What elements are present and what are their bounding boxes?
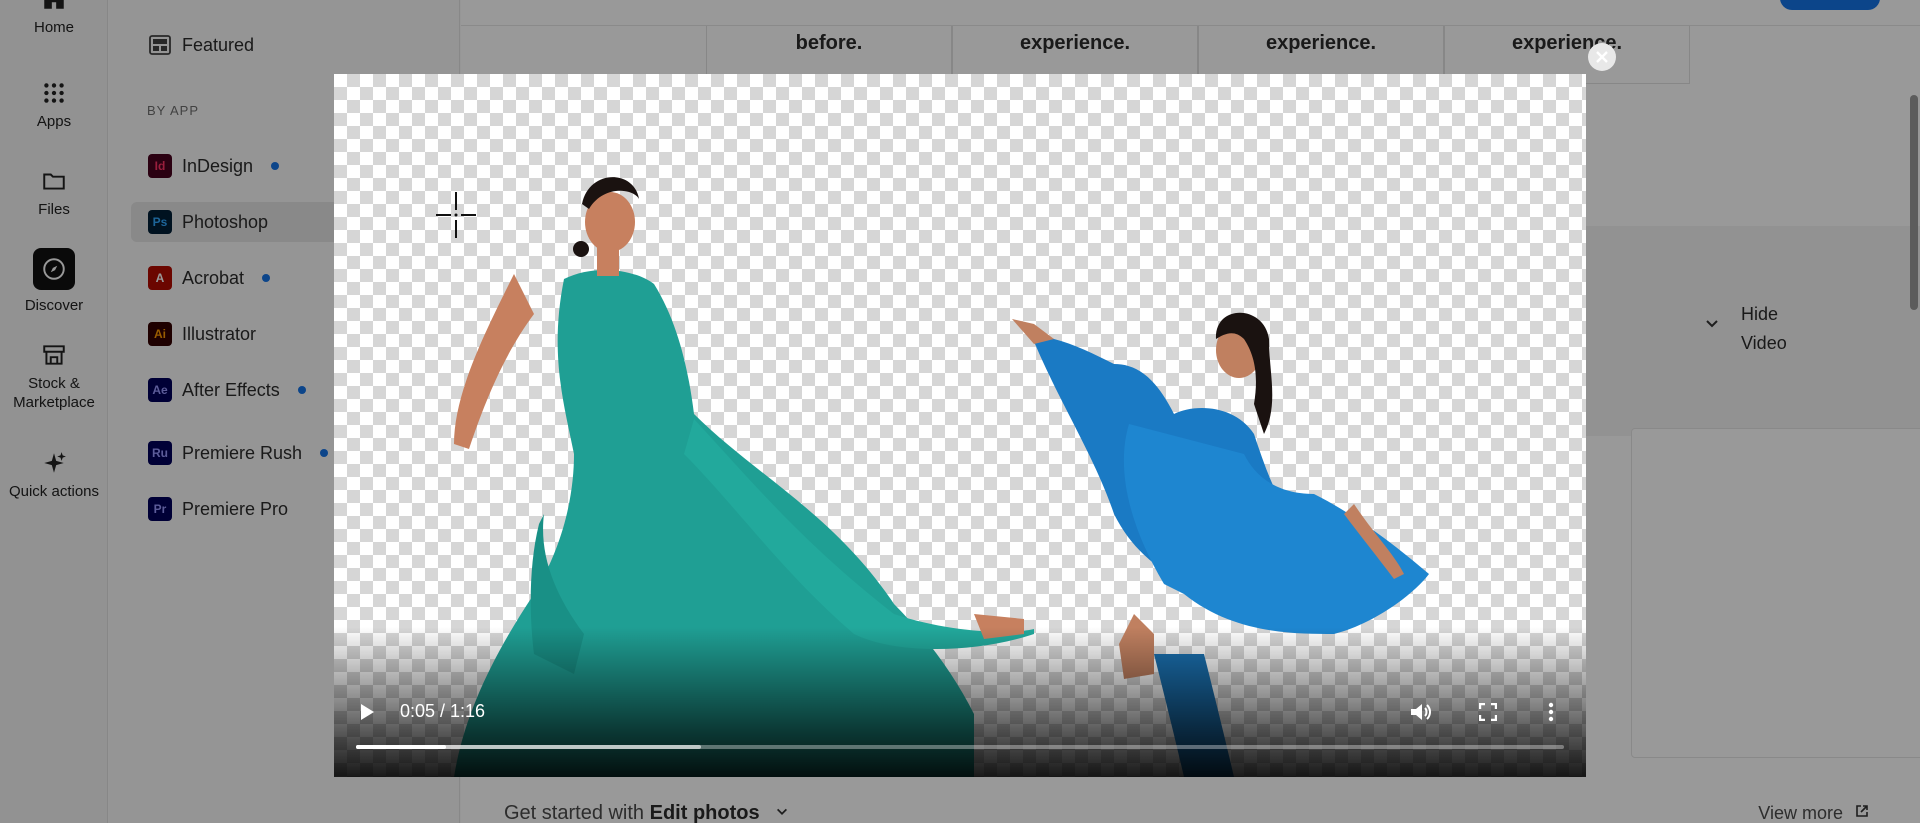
close-icon	[1596, 51, 1608, 63]
crosshair-cursor-icon	[436, 192, 476, 238]
video-player[interactable]: 0:05 / 1:16	[334, 74, 1586, 777]
play-icon[interactable]	[359, 703, 375, 721]
played-bar	[356, 745, 447, 749]
fullscreen-icon[interactable]	[1479, 703, 1497, 721]
volume-icon[interactable]	[1409, 701, 1433, 723]
progress-bar[interactable]	[356, 745, 1564, 749]
controls-gradient	[334, 627, 1586, 777]
more-options-icon[interactable]	[1548, 702, 1554, 722]
time-display: 0:05 / 1:16	[400, 701, 486, 721]
close-button[interactable]	[1588, 43, 1616, 71]
